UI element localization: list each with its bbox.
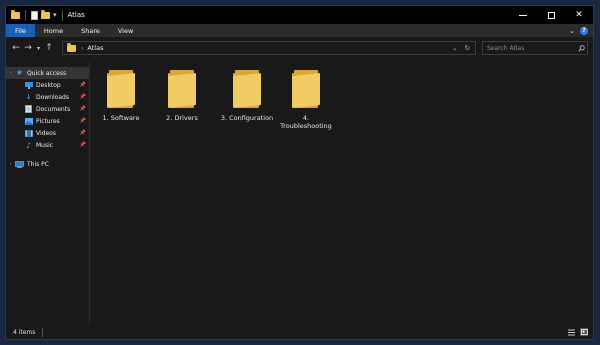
search-box[interactable] <box>482 41 588 55</box>
videos-icon <box>24 129 33 137</box>
folder-item[interactable]: 4. Troubleshooting <box>278 70 334 130</box>
sidebar-item-this-pc[interactable]: › This PC <box>6 158 89 170</box>
close-icon: ✕ <box>575 10 583 20</box>
window-controls: ✕ <box>509 6 593 24</box>
pin-icon[interactable]: 📌 <box>80 118 86 124</box>
sidebar-item-videos[interactable]: Videos 📌 <box>6 127 89 139</box>
sidebar-item-label: Pictures <box>36 117 60 125</box>
file-list: 1. Software 2. Drivers 3. Configuration … <box>90 62 593 325</box>
folder-icon <box>11 9 20 19</box>
sidebar-item-label: This PC <box>27 160 49 168</box>
computer-icon <box>15 160 24 168</box>
view-switcher <box>567 328 593 336</box>
search-icon[interactable] <box>575 44 587 52</box>
toolbar-separator <box>25 9 26 21</box>
details-view-icon[interactable] <box>567 328 575 336</box>
folder-icon <box>67 42 76 52</box>
close-button[interactable]: ✕ <box>565 6 593 24</box>
pin-icon[interactable]: 📌 <box>80 82 86 88</box>
expand-ribbon-icon[interactable]: ⌄ <box>569 27 575 35</box>
pin-icon[interactable]: 📌 <box>80 142 86 148</box>
maximize-button[interactable] <box>537 6 565 24</box>
search-input[interactable] <box>487 44 575 52</box>
sidebar-item-downloads[interactable]: ↓ Downloads 📌 <box>6 91 89 103</box>
ribbon-tabs: File Home Share View ⌄ ? <box>6 24 593 37</box>
sidebar-item-quick-access[interactable]: › ★ Quick access <box>6 67 89 79</box>
toolbar-separator <box>61 9 63 21</box>
quick-access-toolbar: ▾ <box>6 6 65 24</box>
expand-arrow-icon[interactable]: › <box>6 161 15 167</box>
folder-name: 2. Drivers <box>166 114 198 122</box>
navigation-bar: ← → ▾ ↑ › Atlas ⌄ ↻ <box>6 37 593 59</box>
sidebar-item-music[interactable]: ♪ Music 📌 <box>6 139 89 151</box>
sidebar-item-desktop[interactable]: Desktop 📌 <box>6 79 89 91</box>
large-icons-view-icon[interactable] <box>580 328 588 336</box>
tab-file[interactable]: File <box>6 24 35 37</box>
properties-icon[interactable] <box>31 10 38 20</box>
tab-share[interactable]: Share <box>72 24 109 37</box>
desktop-icon <box>24 81 33 89</box>
item-count: 4 items <box>13 328 36 336</box>
folder-name: 1. Software <box>102 114 140 122</box>
folder-icon <box>168 70 196 108</box>
folder-icon <box>292 70 320 108</box>
maximize-icon <box>547 11 555 19</box>
customize-toolbar-icon[interactable]: ▾ <box>53 11 57 19</box>
sidebar-item-label: Desktop <box>36 81 61 89</box>
breadcrumb-atlas[interactable]: Atlas <box>87 44 103 52</box>
folder-item[interactable]: 1. Software <box>95 70 147 122</box>
folder-icon <box>233 70 261 108</box>
status-bar: 4 items <box>6 325 593 339</box>
folder-name: 4. Troubleshooting <box>280 114 332 130</box>
star-icon: ★ <box>15 68 24 77</box>
minimize-button[interactable] <box>509 6 537 24</box>
refresh-icon[interactable]: ↻ <box>465 44 470 52</box>
sidebar-item-label: Videos <box>36 129 56 137</box>
sidebar-item-label: Music <box>36 141 54 149</box>
explorer-window: ▾ Atlas ✕ File Home Share View ⌄ ? ← → ▾… <box>5 5 594 340</box>
pictures-icon <box>24 117 33 125</box>
documents-icon <box>24 105 33 113</box>
up-arrow-icon[interactable]: ↑ <box>43 43 55 53</box>
expand-arrow-icon[interactable]: › <box>6 70 15 76</box>
download-icon: ↓ <box>25 93 32 101</box>
window-title: Atlas <box>67 11 85 19</box>
pin-icon[interactable]: 📌 <box>80 130 86 136</box>
music-icon: ♪ <box>25 140 32 150</box>
minimize-icon <box>519 14 527 16</box>
breadcrumb-chevron-icon[interactable]: › <box>81 45 83 52</box>
sidebar-item-pictures[interactable]: Pictures 📌 <box>6 115 89 127</box>
folder-item[interactable]: 2. Drivers <box>156 70 208 122</box>
pin-icon[interactable]: 📌 <box>80 94 86 100</box>
folder-icon <box>107 70 135 108</box>
address-dropdown-icon[interactable]: ⌄ <box>452 44 457 52</box>
tab-view[interactable]: View <box>109 24 142 37</box>
tab-home[interactable]: Home <box>35 24 72 37</box>
recent-locations-icon[interactable]: ▾ <box>34 45 43 52</box>
folder-item[interactable]: 3. Configuration <box>217 70 277 122</box>
sidebar-item-label: Downloads <box>36 93 69 101</box>
sidebar-item-label: Documents <box>36 105 71 113</box>
sidebar-item-label: Quick access <box>27 69 67 77</box>
pin-icon[interactable]: 📌 <box>80 106 86 112</box>
ribbon-right: ⌄ ? <box>569 24 593 37</box>
back-arrow-icon[interactable]: ← <box>10 43 22 53</box>
forward-arrow-icon[interactable]: → <box>22 43 34 53</box>
folder-name: 3. Configuration <box>220 114 274 122</box>
navigation-pane: › ★ Quick access Desktop 📌 ↓ Downloads 📌… <box>6 62 90 325</box>
help-icon[interactable]: ? <box>580 26 588 35</box>
address-bar[interactable]: › Atlas ⌄ ↻ <box>62 41 476 55</box>
status-divider <box>42 327 44 337</box>
new-folder-icon[interactable] <box>41 9 50 19</box>
sidebar-item-documents[interactable]: Documents 📌 <box>6 103 89 115</box>
title-bar: ▾ Atlas ✕ <box>6 6 593 24</box>
address-actions: ⌄ ↻ <box>452 44 475 52</box>
